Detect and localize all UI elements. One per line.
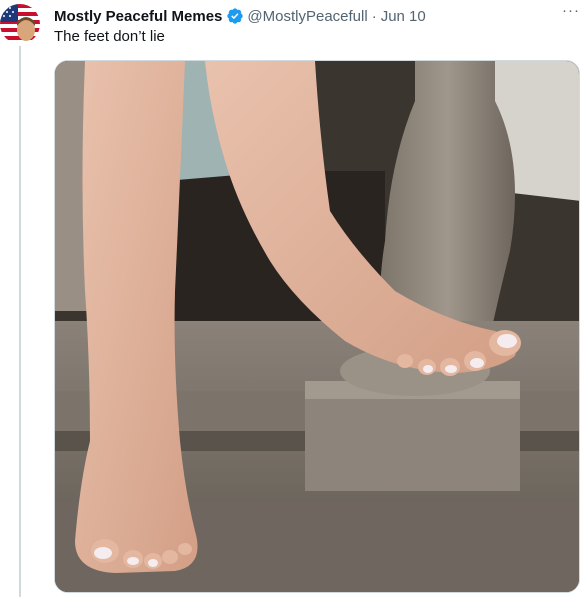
tweet-header: Mostly Peaceful Memes @MostlyPeacefull ·… [54, 5, 426, 27]
display-name[interactable]: Mostly Peaceful Memes [54, 8, 222, 25]
more-options-icon[interactable]: ··· [562, 3, 580, 18]
verified-badge-icon [226, 7, 244, 25]
user-handle[interactable]: @MostlyPeacefull [247, 8, 367, 25]
tweet-text: The feet don’t lie [54, 28, 165, 45]
tweet-media-photo[interactable] [54, 60, 580, 593]
tweet-date[interactable]: Jun 10 [381, 8, 426, 25]
separator-dot: · [371, 7, 377, 25]
photo-feet-on-stone-balustrade [55, 61, 579, 592]
avatar[interactable] [0, 4, 40, 44]
thread-connector-line [19, 46, 21, 597]
flag-avatar-icon [0, 4, 40, 44]
